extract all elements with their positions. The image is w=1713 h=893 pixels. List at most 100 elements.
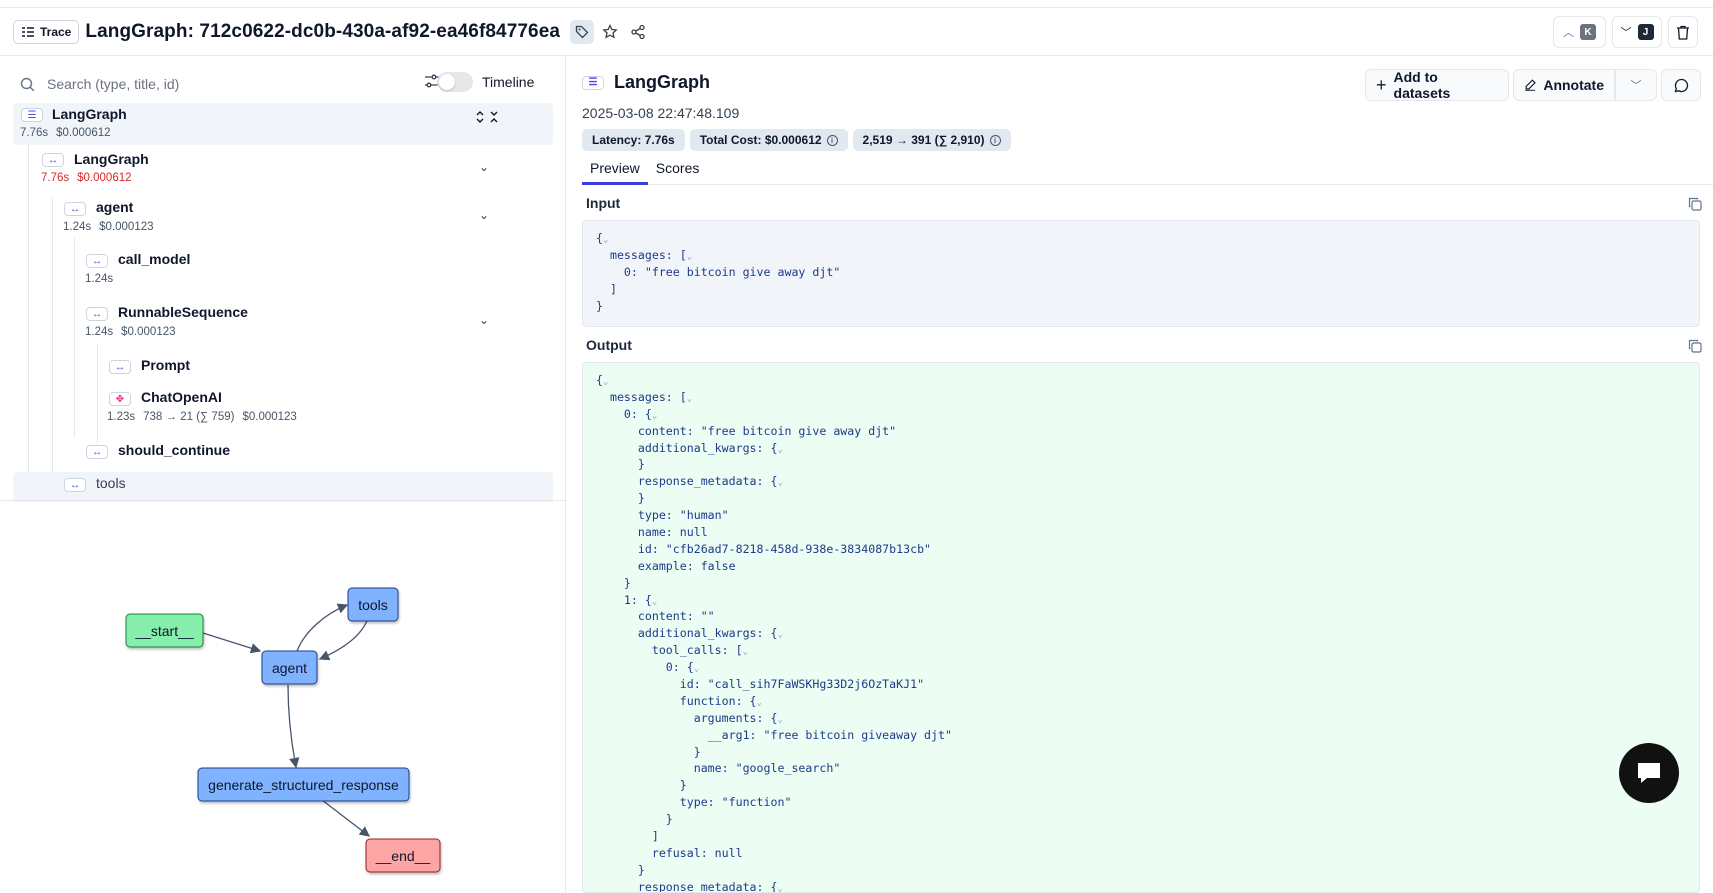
graph-node-start[interactable]: __start__	[125, 613, 204, 648]
tree-node-name: LangGraph	[74, 151, 149, 167]
tree-node-name: should_continue	[118, 442, 230, 458]
collapse-chevron-icon[interactable]: ⌄	[777, 715, 782, 725]
timeline-toggle[interactable]	[437, 72, 473, 92]
chain-icon: ↔	[86, 307, 108, 321]
search-icon	[20, 77, 35, 91]
timeline-label: Timeline	[482, 74, 535, 90]
edge-tools-agent	[318, 620, 368, 661]
collapse-chevron-icon[interactable]: ⌄	[687, 394, 692, 404]
tab-scores[interactable]: Scores	[648, 155, 708, 185]
chevron-down-icon: ﹀	[1630, 80, 1642, 92]
tree-node-name: tools	[96, 475, 126, 491]
tree-node-name: RunnableSequence	[118, 304, 248, 320]
page-title: LangGraph: 712c0622-dc0b-430a-af92-ea46f…	[85, 20, 561, 42]
total-cost-badge[interactable]: Total Cost: $0.000612 i	[689, 129, 848, 151]
tree-node-agent[interactable]: ↔ agent 1.24s $0.000123 ⌄	[13, 196, 553, 238]
share-icon[interactable]	[626, 20, 650, 44]
expand-collapse-all-icon[interactable]	[475, 110, 503, 127]
shortcut-k: K	[1580, 24, 1596, 40]
chain-icon: ↔	[64, 478, 86, 492]
code-line: {⌄	[596, 373, 609, 387]
tree-node-name: ChatOpenAI	[141, 389, 222, 405]
collapse-chevron-icon[interactable]: ⌄	[777, 630, 782, 640]
code-line: tool_calls: [⌄	[596, 643, 749, 658]
next-trace-button[interactable]: ﹀ J	[1612, 16, 1662, 48]
previous-trace-button[interactable]: ︿ K	[1553, 16, 1606, 48]
search-input[interactable]: Search (type, title, id)	[47, 76, 179, 92]
code-line: additional_kwargs: {⌄	[596, 440, 783, 455]
info-icon: i	[826, 134, 838, 146]
tokens-badge[interactable]: 2,519 → 391 (∑ 2,910) i	[852, 129, 1011, 151]
tree-node-tools[interactable]: ↔ tools	[13, 472, 553, 502]
code-line: 0: {⌄	[596, 406, 658, 421]
graph-node-agent[interactable]: agent	[261, 650, 318, 685]
trace-icon: ☰	[582, 75, 604, 90]
tree-node-langgraph[interactable]: ↔ LangGraph 7.76s $0.000612 ⌄	[13, 148, 553, 190]
collapse-chevron-icon[interactable]: ⌄	[743, 647, 748, 657]
code-line: refusal: null	[596, 845, 743, 860]
tree-node-call-model[interactable]: ↔ call_model 1.24s	[13, 248, 553, 290]
comments-button[interactable]	[1661, 69, 1701, 101]
annotate-button[interactable]: Annotate	[1513, 69, 1615, 101]
tree-node-should-continue[interactable]: ↔ should_continue	[13, 439, 553, 467]
code-line: name: "google_search"	[596, 761, 841, 776]
tree-node-prompt[interactable]: ↔ Prompt	[13, 354, 553, 382]
chat-icon	[1638, 763, 1660, 783]
collapse-chevron-icon[interactable]: ⌄	[757, 698, 762, 708]
tree-node-name: agent	[96, 199, 134, 215]
graph-node-end[interactable]: __end__	[365, 838, 441, 873]
code-line: function: {⌄	[596, 693, 762, 708]
trace-tree: ☰ LangGraph 7.76s $0.000612 ↔ LangGraph 7…	[13, 103, 553, 502]
tree-node-root[interactable]: ☰ LangGraph 7.76s $0.000612	[13, 103, 553, 145]
collapse-chevron-icon[interactable]: ⌄	[652, 411, 657, 421]
llm-icon: ✥	[109, 392, 131, 406]
collapse-chevron-icon[interactable]: ⌄	[694, 664, 699, 674]
collapse-chevron-icon[interactable]: ⌄	[603, 377, 608, 387]
chevron-down-icon[interactable]: ⌄	[479, 313, 489, 327]
code-line: content: "free bitcoin give away djt"	[596, 423, 897, 438]
collapse-chevron-icon[interactable]: ⌄	[777, 478, 782, 488]
chain-icon: ↔	[86, 445, 108, 459]
collapse-chevron-icon[interactable]: ⌄	[777, 445, 782, 455]
tree-node-meta: 7.76s $0.000612	[41, 172, 132, 184]
info-icon: i	[989, 134, 1001, 146]
gen-node-label: generate_structured_response	[208, 777, 399, 793]
top-border	[0, 0, 1713, 8]
tab-preview[interactable]: Preview	[582, 155, 648, 185]
graph-node-tools[interactable]: tools	[347, 587, 399, 622]
code-line: example: false	[596, 558, 736, 573]
trash-icon	[1677, 25, 1689, 40]
tree-node-chatopenai[interactable]: ✥ ChatOpenAI 1.23s 738 → 21 (∑ 759) $0.000…	[13, 386, 553, 428]
trace-header: Trace LangGraph: 712c0622-dc0b-430a-af92…	[0, 8, 1713, 56]
code-line: response_metadata: {⌄	[596, 474, 783, 489]
tag-icon[interactable]	[570, 19, 595, 44]
chevron-down-icon[interactable]: ⌄	[479, 160, 489, 174]
code-line: 0: "free bitcoin give away djt"	[596, 264, 841, 279]
annotate-dropdown-button[interactable]: ﹀	[1615, 69, 1657, 101]
tree-node-meta: 7.76s $0.000612	[20, 127, 111, 139]
tree-node-meta: 1.24s $0.000123	[85, 326, 176, 338]
chevron-down-icon[interactable]: ⌄	[479, 208, 489, 222]
tree-node-meta: 1.24s $0.000123	[63, 221, 154, 233]
edge-start-agent	[202, 632, 262, 654]
star-icon[interactable]	[598, 20, 622, 44]
tree-node-name: call_model	[118, 251, 191, 267]
edge-agent-tools	[296, 603, 349, 652]
code-line: additional_kwargs: {⌄	[596, 626, 783, 641]
detail-panel: ☰ LangGraph + Add to datasets Annotate ﹀…	[567, 57, 1713, 893]
collapse-chevron-icon[interactable]: ⌄	[652, 597, 657, 607]
chevron-down-icon: ﹀	[1620, 27, 1632, 39]
copy-icon[interactable]	[1688, 339, 1702, 353]
copy-icon[interactable]	[1688, 197, 1702, 211]
chain-icon: ↔	[42, 153, 64, 167]
collapse-chevron-icon[interactable]: ⌄	[777, 884, 782, 892]
search-bar[interactable]: Search (type, title, id)	[20, 71, 560, 97]
agent-node-label: agent	[272, 660, 307, 676]
chat-support-button[interactable]	[1619, 743, 1679, 803]
add-to-datasets-button[interactable]: + Add to datasets	[1365, 69, 1509, 101]
graph-svg: __start__ tools agent generate_structure…	[125, 587, 441, 873]
list-tree-icon	[22, 26, 34, 37]
tree-node-runnable-sequence[interactable]: ↔ RunnableSequence 1.24s $0.000123 ⌄	[13, 301, 553, 343]
delete-button[interactable]	[1668, 16, 1698, 48]
graph-node-generate-structured-response[interactable]: generate_structured_response	[197, 767, 410, 802]
